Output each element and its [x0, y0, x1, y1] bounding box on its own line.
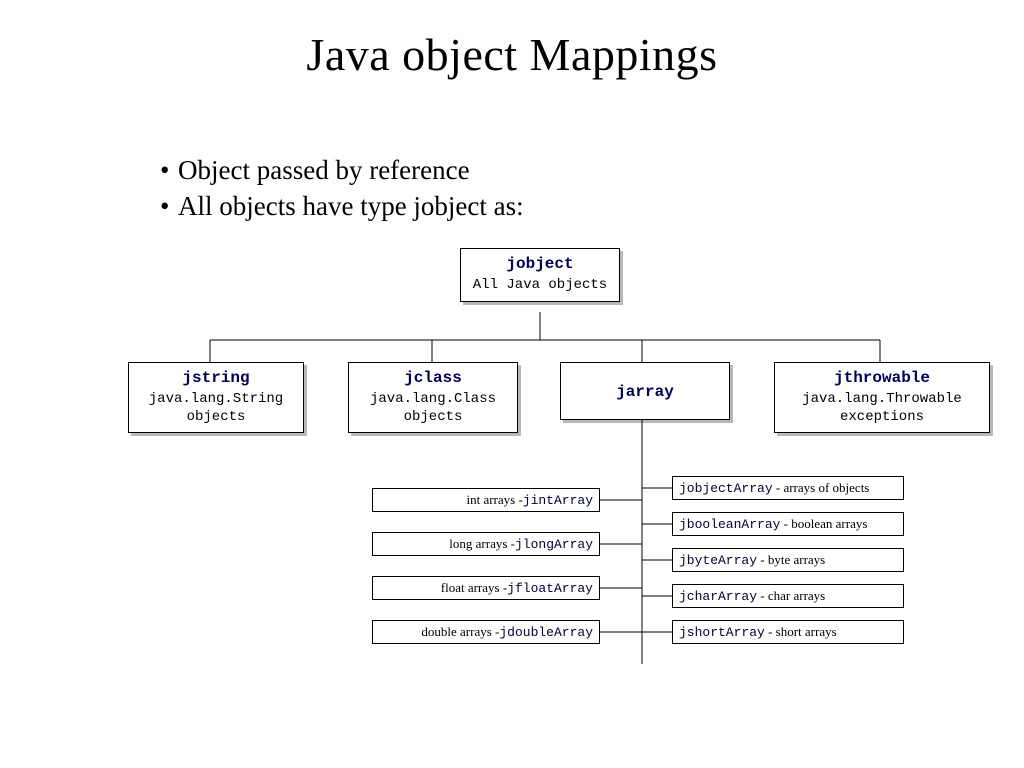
slide: Java object Mappings •Object passed by r…	[0, 0, 1024, 768]
leaf-jlongarray: long arrays -jlongArray	[372, 532, 600, 556]
node-jarray: jarray	[560, 362, 730, 420]
node-jstring: jstring java.lang.String objects	[128, 362, 304, 433]
node-jclass: jclass java.lang.Class objects	[348, 362, 518, 433]
node-label: jarray	[569, 383, 721, 401]
node-label: jobject	[469, 255, 611, 273]
bullet-list: •Object passed by reference •All objects…	[160, 152, 524, 225]
leaf-jfloatarray: float arrays -jfloatArray	[372, 576, 600, 600]
leaf-jchararray: jcharArray - char arrays	[672, 584, 904, 608]
node-desc: java.lang.Class objects	[357, 391, 509, 426]
node-jobject: jobject All Java objects	[460, 248, 620, 302]
bullet-item: •Object passed by reference	[160, 152, 524, 188]
leaf-jshortarray: jshortArray - short arrays	[672, 620, 904, 644]
leaf-jdoublearray: double arrays -jdoubleArray	[372, 620, 600, 644]
leaf-jobjectarray: jobjectArray - arrays of objects	[672, 476, 904, 500]
node-label: jclass	[357, 369, 509, 387]
node-label: jstring	[137, 369, 295, 387]
bullet-item: •All objects have type jobject as:	[160, 188, 524, 224]
slide-title: Java object Mappings	[0, 28, 1024, 81]
node-label: jthrowable	[783, 369, 981, 387]
node-desc: java.lang.String objects	[137, 391, 295, 426]
node-desc: All Java objects	[469, 277, 611, 295]
node-desc: java.lang.Throwable exceptions	[783, 391, 981, 426]
leaf-jbooleanarray: jbooleanArray - boolean arrays	[672, 512, 904, 536]
node-jthrowable: jthrowable java.lang.Throwable exception…	[774, 362, 990, 433]
leaf-jintarray: int arrays -jintArray	[372, 488, 600, 512]
leaf-jbytearray: jbyteArray - byte arrays	[672, 548, 904, 572]
